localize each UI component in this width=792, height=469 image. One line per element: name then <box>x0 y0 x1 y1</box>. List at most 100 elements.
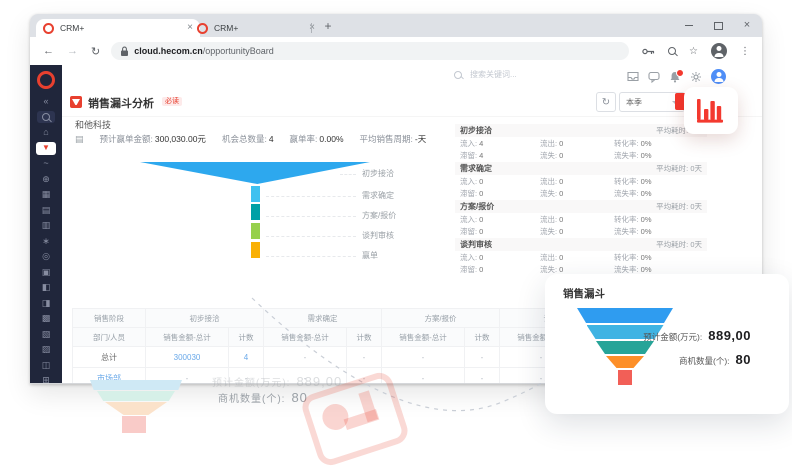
stage-metric: 流失: 0 <box>540 150 614 161</box>
search-box <box>37 111 55 123</box>
stage-metric: 滞留: 0 <box>460 264 540 275</box>
stage-name: 谈判审核 <box>460 239 492 250</box>
stage-metric: 流入: 0 <box>460 252 540 263</box>
funnel-stage-shape-1 <box>251 186 260 202</box>
period-select-value: 本季 <box>626 97 642 108</box>
app-logo[interactable] <box>37 71 55 89</box>
summary-stats: ▤ 预计赢单金额:300,030.00元机会总数量:4赢单率:0.00%平均销售… <box>75 133 426 145</box>
browser-tab-active[interactable]: CRM+ × <box>36 19 200 37</box>
browser-profile-avatar[interactable] <box>711 43 727 59</box>
sidebar-item-library[interactable]: ▨ <box>30 342 62 358</box>
table-header-dept: 部门/人员 <box>73 328 146 347</box>
sidebar-item-calendar[interactable]: ▦ <box>30 187 62 203</box>
sidebar-item-contacts[interactable]: ▣ <box>30 265 62 281</box>
stage-metric: 流失率: 0% <box>614 264 702 275</box>
search-input[interactable] <box>468 69 567 80</box>
stage-avg-duration: 平均耗时: 0天 <box>656 201 702 212</box>
bookmark-star-icon[interactable]: ☆ <box>689 46 698 57</box>
chat-icon: ◧ <box>42 283 51 292</box>
stage-section-2: 方案/报价平均耗时: 0天流入: 0流出: 0转化率: 0%滞留: 0流失: 0… <box>455 200 707 237</box>
stage-name: 方案/报价 <box>460 201 494 212</box>
sidebar-item-message[interactable]: ◨ <box>30 296 62 312</box>
sidebar-item-analytics[interactable]: ▧ <box>30 327 62 343</box>
sidebar-item-target[interactable]: ◎ <box>30 249 62 265</box>
inbox-icon[interactable] <box>627 71 639 82</box>
table-group-header: 需求确定 <box>264 309 382 328</box>
reload-icon[interactable]: ↻ <box>91 45 100 58</box>
funnel-leader-line <box>340 174 356 175</box>
notification-badge <box>676 69 684 77</box>
table-subheader-count: 计数 <box>347 328 382 347</box>
card-funnel-chart <box>567 308 683 400</box>
lock-icon <box>120 46 129 57</box>
forward-icon[interactable]: → <box>67 45 78 57</box>
new-tab-button[interactable]: + <box>320 18 336 34</box>
sidebar-item-collapse[interactable]: « <box>30 94 62 110</box>
message-icon: ◨ <box>42 299 51 308</box>
stage-section-header: 需求确定平均耗时: 0天 <box>455 162 707 175</box>
sidebar-item-add[interactable]: ⊕ <box>30 172 62 188</box>
address-bar[interactable]: cloud.hecom.cn /opportunityBoard <box>111 42 629 60</box>
contacts-icon: ▣ <box>42 268 51 277</box>
stage-metric: 流失率: 0% <box>614 188 702 199</box>
sidebar-item-chat[interactable]: ◧ <box>30 280 62 296</box>
browser-tab-inactive[interactable]: CRM+ × <box>190 19 322 37</box>
summary-value: -天 <box>415 134 426 144</box>
refresh-button[interactable]: ↻ <box>596 92 616 112</box>
stage-metric: 流失: 0 <box>540 226 614 237</box>
summary-item-0: 预计赢单金额:300,030.00元 <box>100 133 206 145</box>
stage-stats-panel: 初步接洽平均耗时: 0天流入: 4流出: 0转化率: 0%滞留: 4流失: 0流… <box>455 124 707 276</box>
target-icon: ◎ <box>42 252 50 261</box>
sidebar-item-settings[interactable]: ∗ <box>30 234 62 250</box>
stage-metrics-row: 滞留: 0流失: 0流失率: 0% <box>455 187 707 199</box>
browser-menu-icon[interactable]: ⋮ <box>740 46 750 57</box>
table-header-stage: 销售阶段 <box>73 309 146 328</box>
chat-icon[interactable] <box>648 71 660 83</box>
table-subheader-amount: 销售金额-总计 <box>382 328 465 347</box>
stage-metrics-row: 滞留: 4流失: 0流失率: 0% <box>455 149 707 161</box>
page-header: 销售漏斗分析 必读 ↻ 本季 <box>62 88 762 117</box>
browser-addressbar: ← → ↻ cloud.hecom.cn /opportunityBoard ☆… <box>30 37 762 66</box>
sidebar-item-search[interactable] <box>30 110 62 126</box>
key-icon[interactable] <box>642 47 655 56</box>
tab-title: CRM+ <box>60 23 84 33</box>
table-cell[interactable]: 4 <box>229 347 264 368</box>
summary-value: 4 <box>269 134 274 144</box>
sales-funnel-card: 销售漏斗 预计金额(万元): 889,00 商机数量(个): 80 <box>545 274 789 414</box>
sidebar-item-report[interactable]: ▩ <box>30 311 62 327</box>
stage-name: 需求确定 <box>460 163 492 174</box>
global-search[interactable] <box>454 69 567 80</box>
funnel-leader-line <box>266 216 356 217</box>
folder-icon: ◫ <box>42 361 51 370</box>
page-title-badge: 必读 <box>162 97 182 106</box>
page-title: 销售漏斗分析 <box>88 95 154 111</box>
company-name: 和他科技 <box>75 118 111 131</box>
sidebar-item-tasks[interactable]: ▤ <box>30 203 62 219</box>
sidebar-item-docs[interactable]: ▥ <box>30 218 62 234</box>
funnel-leader-line <box>266 196 356 197</box>
sidebar-item-folder[interactable]: ◫ <box>30 358 62 374</box>
decorative-funnel-segment <box>97 391 175 401</box>
sidebar-item-funnel-analysis[interactable]: ▼ <box>30 141 62 157</box>
stage-metric: 流入: 4 <box>460 138 540 149</box>
notifications-bell-icon[interactable] <box>669 71 681 83</box>
user-avatar[interactable] <box>711 69 726 84</box>
funnel-stage-label: 需求确定 <box>362 191 432 201</box>
back-icon[interactable]: ← <box>43 45 54 57</box>
zoom-icon[interactable] <box>668 47 676 55</box>
sidebar-item-trend[interactable]: ~ <box>30 156 62 172</box>
sidebar-item-home[interactable]: ⌂ <box>30 125 62 141</box>
window-minimize-button[interactable] <box>684 21 694 31</box>
table-cell[interactable]: 300030 <box>146 347 229 368</box>
window-close-button[interactable]: × <box>742 21 752 31</box>
funnel-stage-label: 谈判审核 <box>362 231 432 241</box>
settings-gear-icon[interactable] <box>690 71 702 83</box>
stage-metric: 流出: 0 <box>540 138 614 149</box>
stage-metrics-row: 滞留: 0流失: 0流失率: 0% <box>455 225 707 237</box>
library-icon: ▨ <box>42 345 51 354</box>
window-maximize-button[interactable] <box>713 21 723 31</box>
sidebar-item-apps[interactable]: ⊞ <box>30 373 62 383</box>
trend-icon: ~ <box>43 159 48 168</box>
stage-metric: 流入: 0 <box>460 214 540 225</box>
stage-section-header: 初步接洽平均耗时: 0天 <box>455 124 707 137</box>
